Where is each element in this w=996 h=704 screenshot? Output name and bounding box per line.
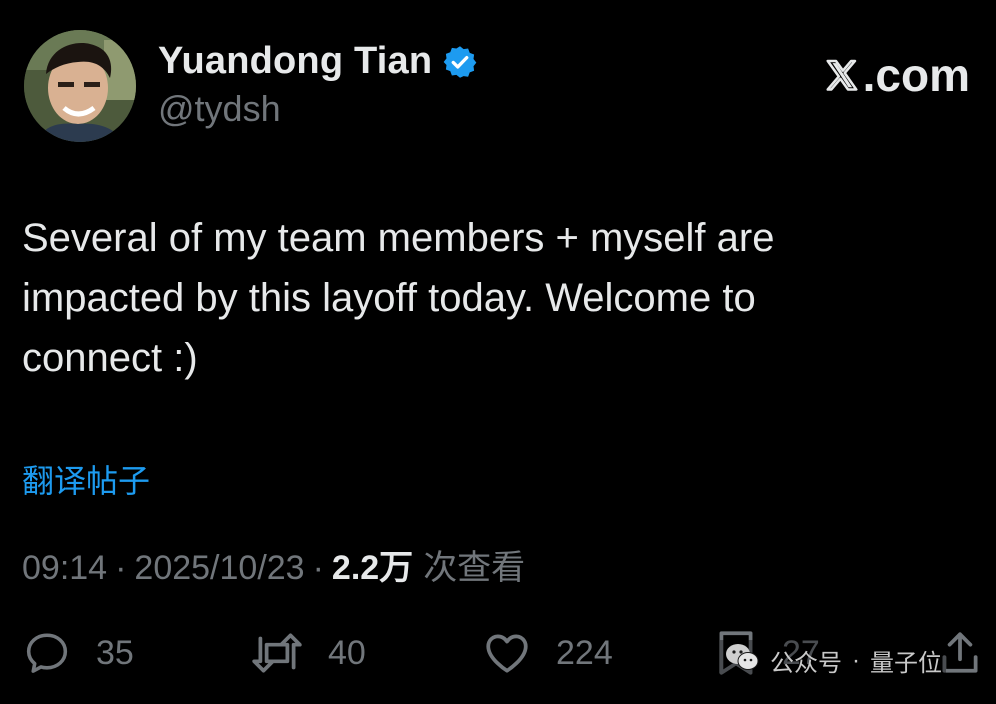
meta-separator: ·: [115, 549, 127, 587]
avatar[interactable]: [24, 30, 136, 142]
views-count: 2.2万: [331, 549, 414, 587]
repost-button[interactable]: 40: [250, 628, 366, 678]
tweet-card: Yuandong Tian @tydsh .com Several of my …: [0, 0, 996, 704]
views-label: 次查看: [423, 549, 526, 587]
like-count: 224: [556, 633, 613, 672]
post-time[interactable]: 09:14: [22, 549, 107, 588]
verified-badge-icon: [442, 44, 478, 80]
tweet-text: Several of my team members + myself are …: [22, 216, 775, 380]
x-com-logo: .com: [823, 48, 970, 102]
heart-icon: [482, 628, 532, 678]
avatar-portrait-icon: [24, 30, 136, 142]
x-logo-icon: [823, 52, 861, 91]
repost-count: 40: [328, 633, 366, 672]
watermark-source: 公众号: [770, 650, 842, 677]
tweet-meta: 09:14 · 2025/10/23 · 2.2万 次查看: [22, 540, 525, 589]
reply-button[interactable]: 35: [22, 628, 134, 678]
watermark: 公众号 · 量子位: [720, 640, 946, 681]
reply-count: 35: [96, 633, 134, 672]
site-logo-suffix: .com: [862, 49, 970, 101]
watermark-name: 量子位: [870, 650, 942, 677]
wechat-logo-icon: [724, 642, 760, 679]
translate-post-link[interactable]: 翻译帖子: [22, 456, 150, 502]
like-button[interactable]: 224: [482, 628, 613, 678]
reply-icon: [22, 628, 72, 678]
author-handle[interactable]: @tydsh: [158, 88, 281, 130]
post-date[interactable]: 2025/10/23: [134, 549, 304, 588]
author-display-name[interactable]: Yuandong Tian: [158, 40, 432, 83]
watermark-separator: ·: [852, 646, 860, 674]
meta-separator: ·: [312, 549, 324, 587]
author-name-row[interactable]: Yuandong Tian: [158, 40, 478, 83]
repost-icon: [250, 628, 304, 678]
